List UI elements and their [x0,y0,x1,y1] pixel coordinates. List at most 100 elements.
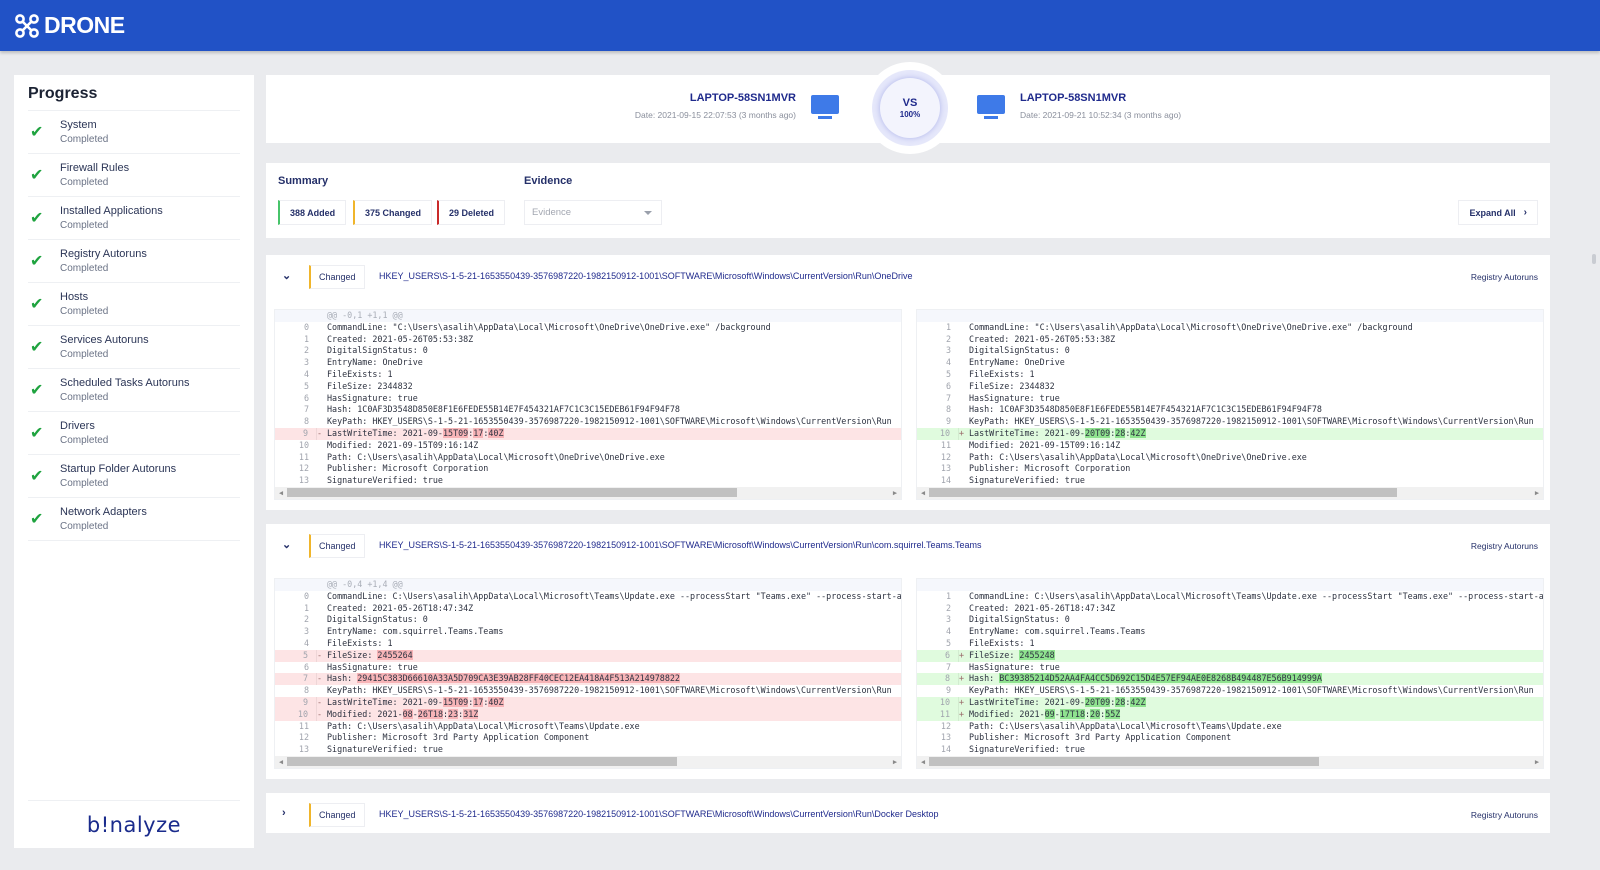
diff-entry-header[interactable]: ⌄ Changed HKEY_USERS\S-1-5-21-1653550439… [266,524,1550,568]
horizontal-scrollbar[interactable]: ◀ ▶ [275,486,901,499]
scrollbar-thumb[interactable] [929,488,1397,498]
left-host-date: Date: 2021-09-15 22:07:53 (3 months ago) [634,110,796,120]
expand-all-button[interactable]: Expand All › [1458,200,1538,225]
diff-entry-header[interactable]: › Changed HKEY_USERS\S-1-5-21-1653550439… [266,793,1550,837]
status-badge: Changed [309,803,365,827]
line-number: 4 [945,357,951,368]
line-content: FileExists: 1 [969,368,1035,379]
line-content: Created: 2021-05-26T05:53:38Z [327,333,474,344]
changed-segment: 23 [448,708,459,719]
text-segment: LastWriteTime: 2021-09- [327,427,443,438]
diff-line: 0 CommandLine: C:\Users\asalih\AppData\Lo… [275,591,901,603]
progress-item[interactable]: ✔ Firewall Rules Completed [28,154,240,197]
scroll-right-icon[interactable]: ▶ [1531,758,1543,766]
changed-segment: BC39385214D52AA4FA4CC5D692C15D4E57EF94AE… [999,673,1322,684]
diff-line: 6 FileSize: 2344832 [917,381,1543,393]
changed-segment: 29415C383D66610A33A5D709CA3E39AB28FF40CE… [357,673,680,684]
diff-line: 3 DigitalSignStatus: 0 [917,614,1543,626]
horizontal-scrollbar[interactable]: ◀ ▶ [917,755,1543,768]
progress-item[interactable]: ✔ Installed Applications Completed [28,197,240,240]
line-number: 4 [303,637,309,648]
chevron-right-icon: › [1523,207,1527,218]
added-line: 6 + FileSize: 2455248 [917,649,1543,662]
diff-entry-header[interactable]: ⌄ Changed HKEY_USERS\S-1-5-21-1653550439… [266,255,1550,299]
line-content: EntryName: com.squirrel.Teams.Teams [969,626,1146,637]
progress-item-status: Completed [60,434,109,446]
diff-marker [959,614,969,626]
line-content: @@ -0,1 +1,1 @@ [327,310,403,320]
progress-item-name: Hosts [60,290,89,303]
top-bar: DRONE [0,0,1600,51]
line-number: 8 [917,673,959,686]
line-content: FileSize: 2344832 [969,380,1055,391]
progress-item[interactable]: ✔ Startup Folder Autoruns Completed [28,455,240,498]
right-diff-pane: 1 CommandLine: C:\Users\asalih\AppData\Lo… [916,578,1544,769]
line-number [275,310,317,322]
progress-item-status: Completed [60,219,109,231]
text-segment: Modified: 2021- [327,708,403,719]
horizontal-scrollbar[interactable]: ◀ ▶ [917,486,1543,499]
line-content: HasSignature: true [327,661,418,672]
line-content: EntryName: OneDrive [327,357,423,368]
scrollbar-thumb[interactable] [929,757,1319,767]
progress-item[interactable]: ✔ System Completed [28,111,240,154]
chevron-down-icon[interactable]: ⌄ [282,269,294,282]
progress-item[interactable]: ✔ Registry Autoruns Completed [28,240,240,283]
status-badge: Changed [309,534,365,558]
progress-item-status: Completed [60,348,109,360]
line-number: 9 [945,685,951,696]
diff-marker [959,334,969,346]
changed-segment: 2455264 [377,649,413,660]
line-number: 13 [298,744,309,755]
deleted-count-badge[interactable]: 29 Deleted [437,200,506,225]
line-number: 6 [917,649,959,662]
scrollbar-thumb[interactable] [287,757,677,767]
scroll-left-icon[interactable]: ◀ [275,489,287,497]
hunk-header: @@ -0,1 +1,1 @@ [275,310,901,322]
horizontal-scrollbar[interactable]: ◀ ▶ [275,755,901,768]
line-number: 14 [940,475,951,486]
added-count-badge[interactable]: 388 Added [278,200,347,225]
line-number: 3 [303,357,309,368]
check-icon: ✔ [30,124,44,141]
diff-marker [317,638,327,650]
progress-item[interactable]: ✔ Network Adapters Completed [28,498,240,541]
app-logo[interactable]: DRONE [14,12,125,39]
scroll-right-icon[interactable]: ▶ [1531,489,1543,497]
progress-item[interactable]: ✔ Services Autoruns Completed [28,326,240,369]
line-number: 9 [275,427,317,440]
diff-line: 2 Created: 2021-05-26T18:47:34Z [917,603,1543,615]
line-number: 4 [945,626,951,637]
diff-line: 6 HasSignature: true [275,662,901,674]
diff-marker: - [317,427,323,438]
line-number: 0 [303,590,309,601]
line-number: 0 [303,321,309,332]
progress-item[interactable]: ✔ Hosts Completed [28,283,240,326]
progress-item[interactable]: ✔ Scheduled Tasks Autoruns Completed [28,369,240,412]
diff-marker [959,416,969,428]
diff-marker: + [959,649,965,660]
line-content: CommandLine: C:\Users\asalih\AppData\Loc… [969,590,1544,601]
line-content: KeyPath: HKEY_USERS\S-1-5-21-1653550439-… [327,685,892,696]
scroll-right-icon[interactable]: ▶ [889,489,901,497]
vertical-scrollbar[interactable] [1592,254,1596,264]
chevron-down-icon[interactable]: ⌄ [282,538,294,551]
line-content: Created: 2021-05-26T18:47:34Z [327,602,474,613]
evidence-select[interactable]: Evidence [524,200,662,225]
changed-segment: 26T18 [417,708,443,719]
changed-count-badge[interactable]: 375 Changed [353,200,433,225]
scroll-right-icon[interactable]: ▶ [889,758,901,766]
scroll-left-icon[interactable]: ◀ [275,758,287,766]
category-label: Registry Autoruns [1470,272,1538,282]
scrollbar-thumb[interactable] [287,488,737,498]
line-number [917,310,959,322]
category-label: Registry Autoruns [1470,810,1538,820]
caret-down-icon [644,211,652,215]
line-number: 11 [298,451,309,462]
line-content: Hash: 1C0AF3D3548D850E8F1E6FEDE55B14E7F4… [969,404,1322,415]
diff-marker [317,614,327,626]
chevron-right-icon[interactable]: › [282,807,294,819]
scroll-left-icon[interactable]: ◀ [917,758,929,766]
scroll-left-icon[interactable]: ◀ [917,489,929,497]
progress-item[interactable]: ✔ Drivers Completed [28,412,240,455]
